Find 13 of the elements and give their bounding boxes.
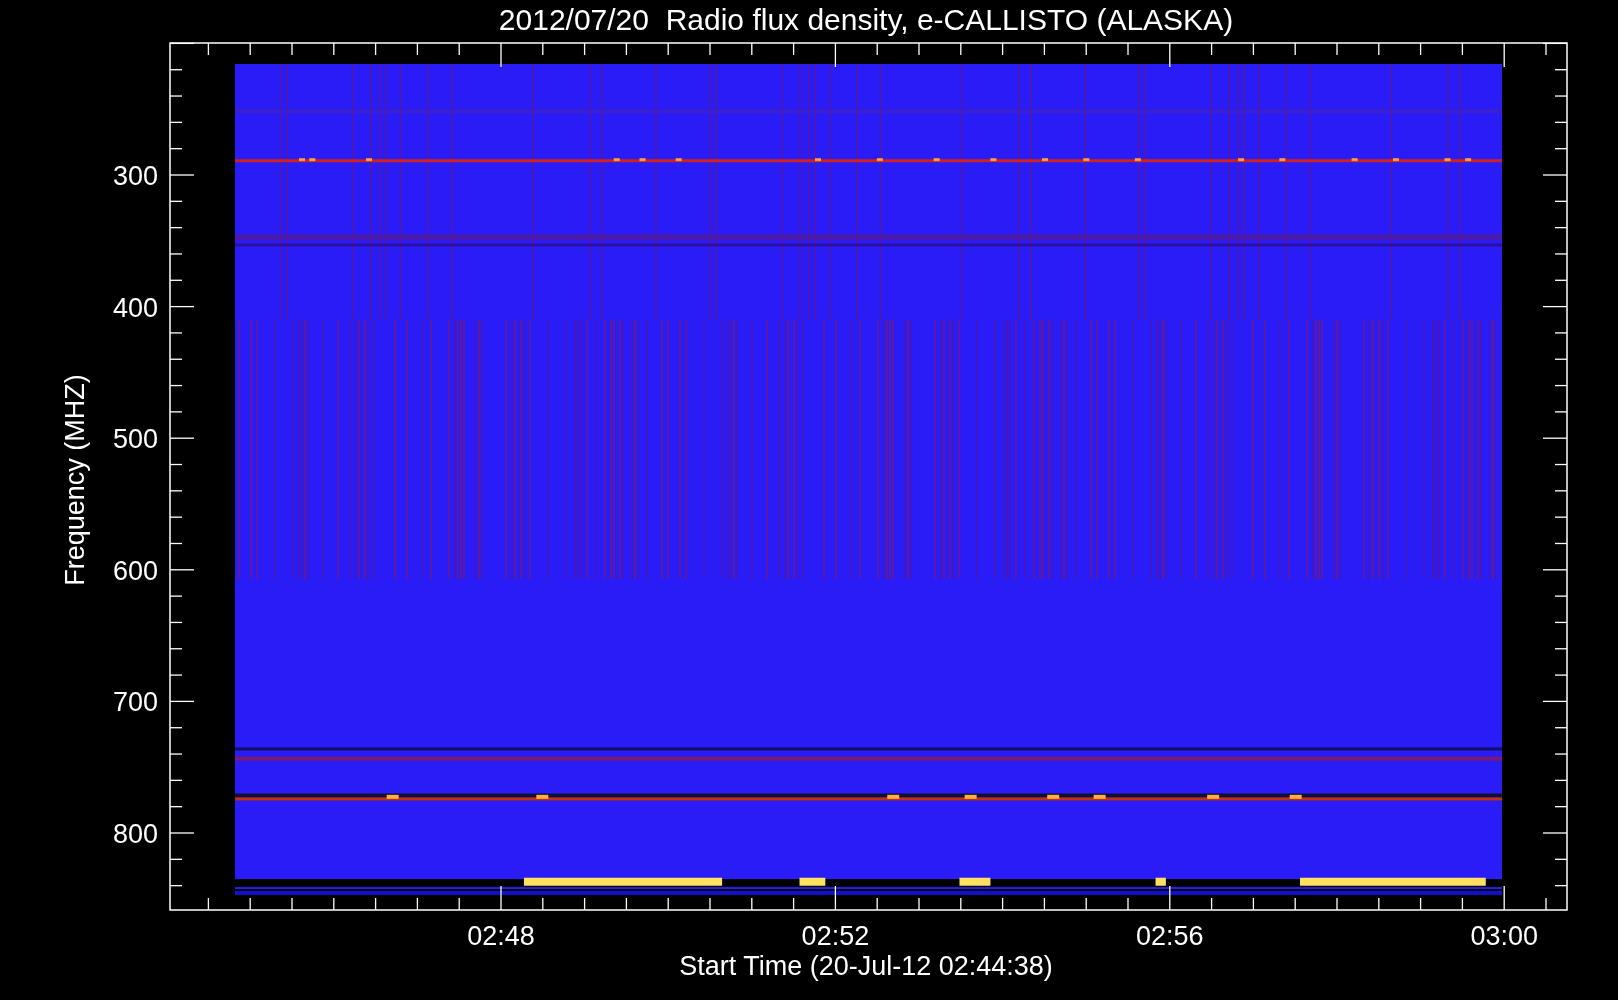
x-tick-label: 03:00 <box>1470 921 1538 951</box>
y-tick-label: 700 <box>112 687 158 718</box>
y-axis-title: Frequency (MHZ) <box>60 374 90 586</box>
y-tick-label: 600 <box>112 555 158 586</box>
chart-title: 2012/07/20 Radio flux density, e-CALLISTO (ALASKA) <box>498 3 1234 36</box>
y-tick-label: 800 <box>112 819 158 849</box>
x-tick-label: 02:48 <box>467 921 535 951</box>
y-tick-label: 400 <box>112 292 158 323</box>
x-tick-label: 02:56 <box>1136 921 1204 951</box>
y-tick-label: 500 <box>112 424 158 455</box>
x-tick-label: 02:52 <box>801 921 870 951</box>
x-axis-title: Start Time (20-Jul-12 02:44:38) <box>679 951 1053 981</box>
y-tick-label: 300 <box>112 161 158 191</box>
